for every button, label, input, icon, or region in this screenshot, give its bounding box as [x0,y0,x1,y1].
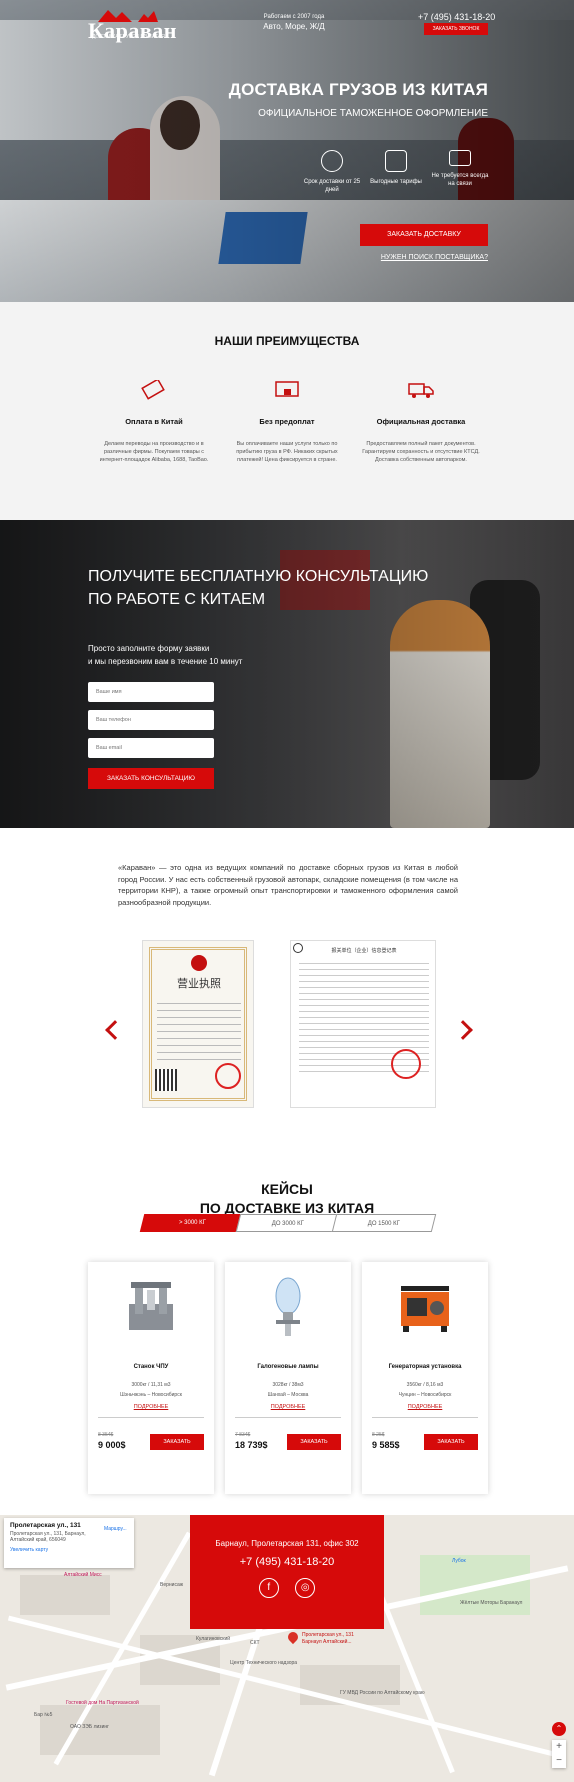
tab-up-to-1500[interactable]: ДО 1500 КГ [331,1214,437,1232]
zoom-controls[interactable]: + − [552,1740,566,1768]
routes: Авто, Море, Ж/Д [263,22,325,31]
case-order-button[interactable]: ЗАКАЗАТЬ [424,1434,478,1450]
hero-subtitle: ОФИЦИАЛЬНОЕ ТАМОЖЕННОЕ ОФОРМЛЕНИЕ [258,108,488,119]
consultation-subtitle: Просто заполните форму заявки и мы перез… [88,644,243,666]
hero-title: ДОСТАВКА ГРУЗОВ ИЗ КИТАЯ [228,80,488,99]
feature-delivery-time: Срок доставки от 25 дней [300,150,364,194]
order-delivery-button[interactable]: ЗАКАЗАТЬ ДОСТАВКУ [360,224,488,246]
case-order-button[interactable]: ЗАКАЗАТЬ [287,1434,341,1450]
work-since: Работаем с 2007 года [263,14,325,20]
logo[interactable]: Караван [88,18,177,44]
case-price: 9 000$ [98,1440,126,1450]
feature-tariffs: Выгодные тарифы [364,150,428,186]
tab-over-3000[interactable]: > 3000 КГ [139,1214,245,1232]
case-card: Генераторная установка 3560кг / 8,16 м3 … [362,1262,488,1494]
scroll-top-button[interactable]: ⌃ [552,1722,566,1736]
callback-button[interactable]: ЗАКАЗАТЬ ЗВОНОК [424,23,488,35]
more-link[interactable]: ПОДРОБНЕЕ [362,1404,488,1410]
cases-title: КЕЙСЫ ПО ДОСТАВКЕ ИЗ КИТАЯ [199,1181,375,1216]
handshake-icon [385,150,407,172]
card-icon [141,378,165,400]
about-text: «Караван» — это одна из ведущих компаний… [118,863,458,907]
halogen-lamp-image [275,1277,301,1336]
name-field[interactable] [88,682,214,702]
more-link[interactable]: ПОДРОБНЕЕ [88,1404,214,1410]
contacts-address: Барнаул, Пролетарская 131, офис 302 [215,1539,359,1548]
header-phone[interactable]: +7 (495) 431-18-20 [418,12,495,22]
certificate-business-license[interactable]: 营业执照 [142,940,254,1108]
advantages-title: НАШИ ПРЕИМУЩЕСТВА [214,334,360,348]
map-info-card: Пролетарская ул., 131 Пролетарская ул., … [4,1518,134,1568]
feature-contact: Не требуется всегда на связи [428,150,492,188]
case-order-button[interactable]: ЗАКАЗАТЬ [150,1434,204,1450]
cnc-machine-image [129,1282,173,1330]
email-field[interactable] [88,738,214,758]
case-card: Галогеновые лампы 3028кг / 38м3 Шанхай –… [225,1262,351,1494]
tab-up-to-3000[interactable]: ДО 3000 КГ [235,1214,341,1232]
advantage-payment: Оплата в Китай Делаем переводы на произв… [94,378,214,464]
case-price: 9 585$ [372,1440,400,1450]
consultation-title: ПОЛУЧИТЕ БЕСПЛАТНУЮ КОНСУЛЬТАЦИЮ ПО РАБО… [88,568,429,608]
certificate-customs-registration[interactable]: 报关单位（企业）信息登记表 [290,940,436,1108]
supplier-search-link[interactable]: НУЖЕН ПОИСК ПОСТАВЩИКА? [380,254,488,261]
generator-image [401,1286,449,1332]
chat-icon [449,150,471,166]
advantage-official: Официальная доставка Предоставляем полны… [361,380,481,464]
enlarge-map-link[interactable]: Увеличить карту [10,1547,128,1553]
phone-field[interactable] [88,710,214,730]
truck-icon [408,383,434,398]
contacts-block: Барнаул, Пролетарская 131, офис 302 +7 (… [190,1515,384,1629]
slider-next-arrow[interactable] [453,1020,473,1040]
facebook-icon[interactable]: f [258,1578,279,1598]
route-link[interactable]: Маршру... [104,1526,127,1532]
case-price: 18 739$ [235,1440,268,1450]
card-lock-icon [275,381,299,397]
stopwatch-icon [321,150,343,172]
contacts-phone[interactable]: +7 (495) 431-18-20 [190,1556,384,1568]
case-card: Станок ЧПУ 3000кг / 11,31 м3 Шэньчжэнь –… [88,1262,214,1494]
instagram-icon[interactable]: ◎ [295,1578,316,1598]
logo-subtitle: ДОСТАВКА ГРУЗОВ ИЗ КИТАЯ [92,34,165,40]
more-link[interactable]: ПОДРОБНЕЕ [225,1404,351,1410]
consultation-button[interactable]: ЗАКАЗАТЬ КОНСУЛЬТАЦИЮ [88,768,214,789]
advantage-no-prepay: Без предоплат Вы оплачиваете наши услуги… [227,380,347,464]
slider-prev-arrow[interactable] [105,1020,125,1040]
